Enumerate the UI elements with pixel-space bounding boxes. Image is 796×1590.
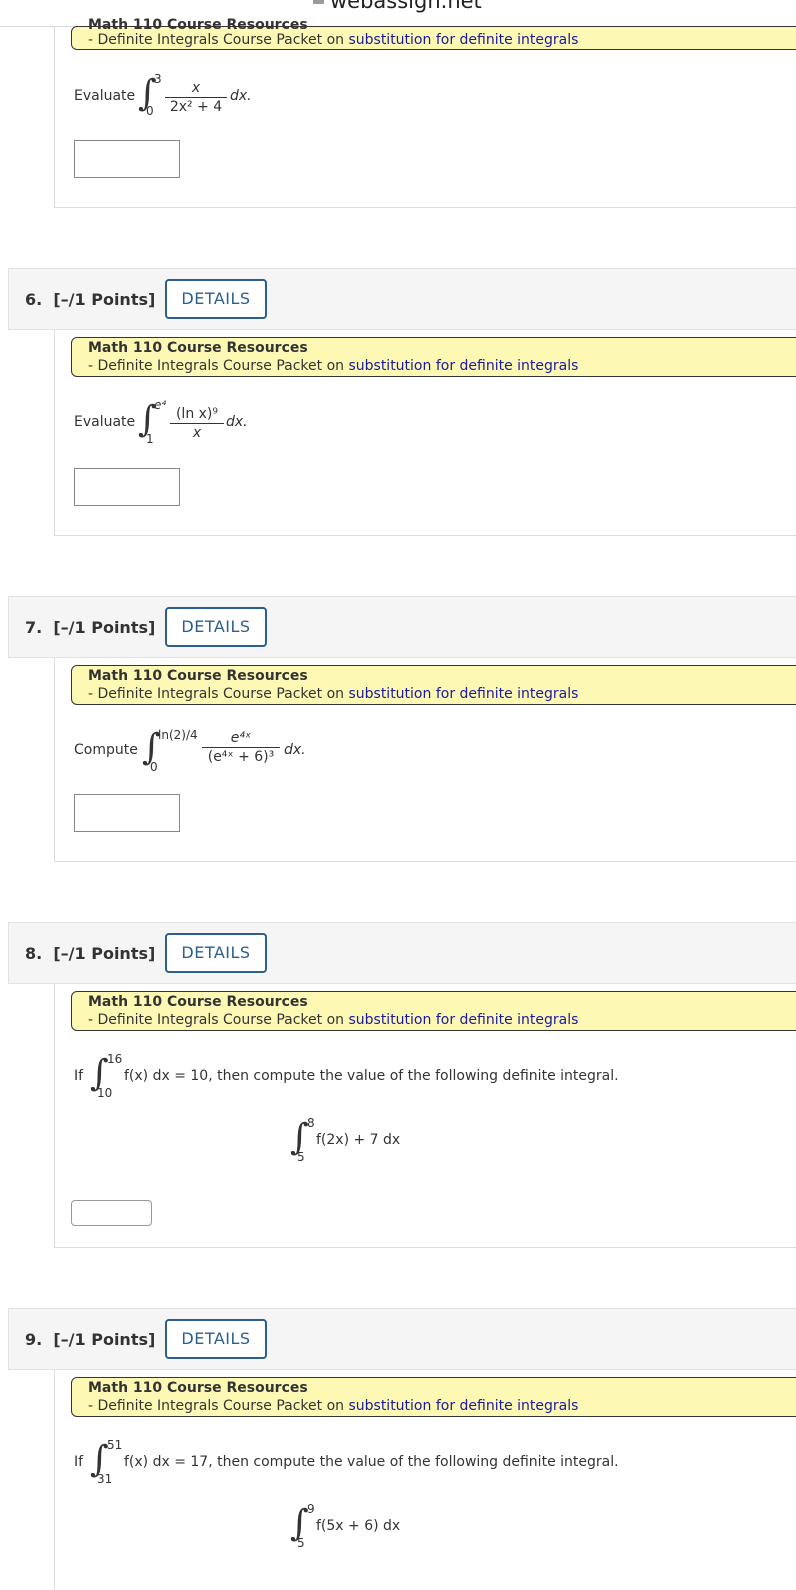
lower-limit: 5 <box>297 1150 305 1164</box>
lower-limit: 0 <box>150 760 158 774</box>
resources-line: - Definite Integrals Course Packet on su… <box>88 32 579 48</box>
resources-title: Math 110 Course Resources <box>88 668 308 684</box>
given-integral-statement: f(x) dx = 17, then compute the value of … <box>124 1454 619 1470</box>
question-6-header: 6. [–/1 Points] DETAILS <box>8 268 796 330</box>
resources-line: - Definite Integrals Course Packet on su… <box>88 1398 579 1414</box>
substitution-link[interactable]: substitution for definite integrals <box>348 32 578 48</box>
question-number-points: 9. [–/1 Points] <box>25 1330 156 1349</box>
upper-limit: 8 <box>307 1116 315 1130</box>
course-resources-box: Math 110 Course Resources - Definite Int… <box>71 17 796 50</box>
details-button[interactable]: DETAILS <box>165 607 267 647</box>
details-button[interactable]: DETAILS <box>165 1319 267 1359</box>
substitution-link[interactable]: substitution for definite integrals <box>348 686 578 702</box>
substitution-link[interactable]: substitution for definite integrals <box>348 358 578 374</box>
question-9-header: 9. [–/1 Points] DETAILS <box>8 1308 796 1370</box>
question-number-points: 6. [–/1 Points] <box>25 290 156 309</box>
substitution-link[interactable]: substitution for definite integrals <box>348 1398 578 1414</box>
question-7-header: 7. [–/1 Points] DETAILS <box>8 596 796 658</box>
differential: dx. <box>226 414 248 430</box>
resources-title: Math 110 Course Resources <box>88 17 308 33</box>
resources-line: - Definite Integrals Course Packet on su… <box>88 686 579 702</box>
denominator: (e⁴ˣ + 6)³ <box>207 749 275 765</box>
course-resources-box: Math 110 Course Resources - Definite Int… <box>71 991 796 1031</box>
given-integral-statement: f(x) dx = 10, then compute the value of … <box>124 1068 619 1084</box>
upper-limit: 9 <box>307 1502 315 1516</box>
upper-limit: 16 <box>107 1052 123 1066</box>
details-button[interactable]: DETAILS <box>165 279 267 319</box>
numerator: x <box>191 80 201 96</box>
answer-input[interactable] <box>74 140 180 178</box>
upper-limit: 51 <box>107 1438 123 1452</box>
denominator: x <box>192 425 202 441</box>
integrand-fraction: e⁴ˣ (e⁴ˣ + 6)³ <box>202 730 280 765</box>
differential: dx. <box>230 88 252 104</box>
target-integrand: f(5x + 6) dx <box>316 1518 401 1534</box>
denominator: 2x² + 4 <box>169 99 223 115</box>
question-8-header: 8. [–/1 Points] DETAILS <box>8 922 796 984</box>
lower-limit: 1 <box>146 432 154 446</box>
resources-title: Math 110 Course Resources <box>88 1380 308 1396</box>
answer-input[interactable] <box>74 794 180 832</box>
course-resources-box: Math 110 Course Resources - Definite Int… <box>71 337 796 377</box>
upper-limit: 3 <box>154 72 162 86</box>
question-number-points: 7. [–/1 Points] <box>25 618 156 637</box>
question-prompt: Compute <box>74 742 138 758</box>
lower-limit: 10 <box>97 1086 113 1100</box>
numerator: e⁴ˣ <box>230 730 252 746</box>
integrand-fraction: x 2x² + 4 <box>165 80 227 115</box>
url-text: webassign.net <box>330 0 482 13</box>
question-prompt: Evaluate <box>74 414 136 430</box>
differential: dx. <box>284 742 306 758</box>
upper-limit: ln(2)/4 <box>158 728 198 742</box>
lower-limit: 0 <box>146 104 154 118</box>
if-label: If <box>74 1068 84 1084</box>
resources-line: - Definite Integrals Course Packet on su… <box>88 358 579 374</box>
question-5-body <box>54 26 796 208</box>
answer-input[interactable] <box>74 468 180 506</box>
lower-limit: 31 <box>97 1472 113 1486</box>
integrand-fraction: (ln x)⁹ x <box>170 406 224 441</box>
question-number-points: 8. [–/1 Points] <box>25 944 156 963</box>
course-resources-box: Math 110 Course Resources - Definite Int… <box>71 1377 796 1417</box>
lower-limit: 5 <box>297 1536 305 1550</box>
target-integrand: f(2x) + 7 dx <box>316 1132 401 1148</box>
resources-title: Math 110 Course Resources <box>88 340 308 356</box>
resources-title: Math 110 Course Resources <box>88 994 308 1010</box>
details-button[interactable]: DETAILS <box>165 933 267 973</box>
upper-limit: e⁴ <box>154 398 167 412</box>
answer-input[interactable] <box>71 1200 152 1226</box>
substitution-link[interactable]: substitution for definite integrals <box>348 1012 578 1028</box>
course-resources-box: Math 110 Course Resources - Definite Int… <box>71 665 796 705</box>
question-prompt: Evaluate <box>74 88 136 104</box>
if-label: If <box>74 1454 84 1470</box>
resources-line: - Definite Integrals Course Packet on su… <box>88 1012 579 1028</box>
numerator: (ln x)⁹ <box>170 406 224 424</box>
